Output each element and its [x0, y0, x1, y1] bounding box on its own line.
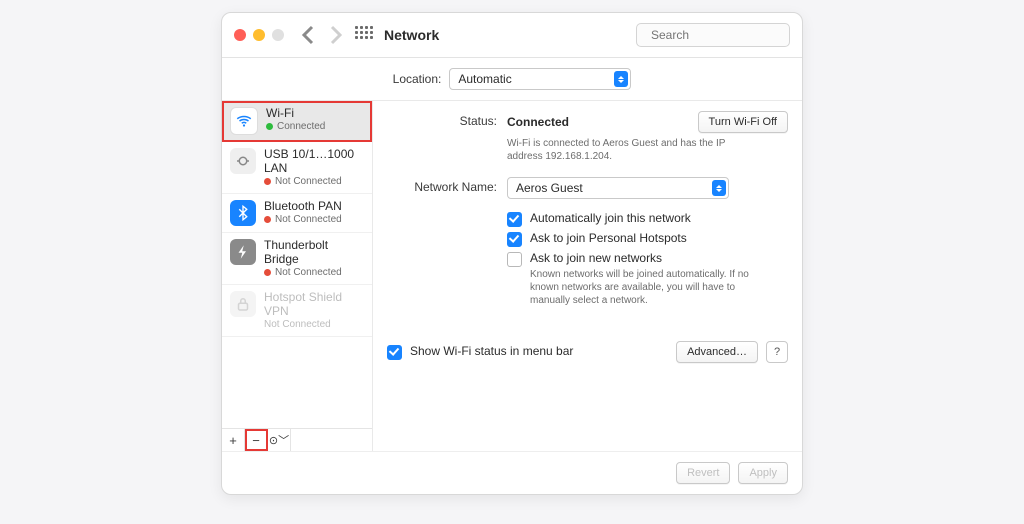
- service-wifi[interactable]: Wi-Fi Connected: [222, 101, 372, 142]
- chevron-updown-icon: [712, 180, 726, 196]
- status-dot-green: [266, 123, 273, 130]
- body: Wi-Fi Connected USB 10/1…1000 LAN Not Co…: [222, 101, 802, 451]
- status-value: Connected: [507, 115, 569, 129]
- pane-title: Network: [384, 27, 439, 43]
- service-actions-menu[interactable]: ⊙﹀: [268, 429, 291, 451]
- show-all-button[interactable]: [354, 26, 374, 44]
- turn-wifi-off-button[interactable]: Turn Wi-Fi Off: [698, 111, 788, 133]
- location-row: Location: Automatic: [222, 58, 802, 101]
- chevron-updown-icon: [614, 71, 628, 87]
- main-panel: Status: Connected Turn Wi-Fi Off Wi-Fi i…: [373, 101, 802, 451]
- auto-join-label: Automatically join this network: [530, 211, 691, 225]
- service-sidebar: Wi-Fi Connected USB 10/1…1000 LAN Not Co…: [222, 101, 373, 451]
- ask-new-label: Ask to join new networks: [530, 251, 760, 265]
- thunderbolt-icon: [230, 239, 256, 265]
- help-button[interactable]: ?: [766, 341, 788, 363]
- remove-service-button[interactable]: −: [245, 429, 268, 451]
- location-select[interactable]: Automatic: [449, 68, 631, 90]
- grid-icon: [355, 26, 373, 44]
- nav-buttons: [300, 26, 344, 44]
- window-controls: [234, 29, 284, 41]
- minimize-window-button[interactable]: [253, 29, 265, 41]
- ask-hotspot-label: Ask to join Personal Hotspots: [530, 231, 687, 245]
- apply-button[interactable]: Apply: [738, 462, 788, 484]
- wifi-icon: [230, 107, 258, 135]
- status-dot-red: [264, 269, 271, 276]
- search-field[interactable]: [636, 23, 790, 47]
- network-name-value: Aeros Guest: [516, 181, 583, 195]
- status-dot-red: [264, 178, 271, 185]
- service-name: Bluetooth PAN: [264, 200, 342, 214]
- auto-join-checkbox[interactable]: [507, 212, 522, 227]
- location-label: Location:: [393, 72, 442, 86]
- search-input[interactable]: [649, 27, 808, 43]
- location-value: Automatic: [458, 72, 511, 86]
- add-service-button[interactable]: +: [222, 429, 245, 451]
- menu-bar-label: Show Wi-Fi status in menu bar: [410, 344, 573, 358]
- network-name-select[interactable]: Aeros Guest: [507, 177, 729, 199]
- network-prefpane: Network Location: Automatic Wi-Fi Connec…: [221, 12, 803, 495]
- service-usb-lan[interactable]: USB 10/1…1000 LAN Not Connected: [222, 142, 372, 194]
- status-label: Status:: [387, 111, 507, 128]
- footer: Revert Apply: [222, 451, 802, 494]
- service-name: Hotspot Shield VPN: [264, 291, 364, 319]
- advanced-button[interactable]: Advanced…: [676, 341, 758, 363]
- service-vpn[interactable]: Hotspot Shield VPN Not Connected: [222, 285, 372, 337]
- lock-icon: [230, 291, 256, 317]
- ask-new-checkbox[interactable]: [507, 252, 522, 267]
- ethernet-icon: [230, 148, 256, 174]
- ask-new-detail: Known networks will be joined automatica…: [530, 268, 760, 307]
- ask-hotspot-checkbox[interactable]: [507, 232, 522, 247]
- network-name-label: Network Name:: [387, 177, 507, 194]
- status-detail: Wi-Fi is connected to Aeros Guest and ha…: [507, 137, 737, 163]
- service-name: Thunderbolt Bridge: [264, 239, 364, 267]
- service-name: USB 10/1…1000 LAN: [264, 148, 364, 176]
- service-name: Wi-Fi: [266, 107, 325, 121]
- back-button[interactable]: [300, 26, 320, 44]
- service-bluetooth-pan[interactable]: Bluetooth PAN Not Connected: [222, 194, 372, 233]
- bluetooth-icon: [230, 200, 256, 226]
- forward-button[interactable]: [324, 26, 344, 44]
- menu-bar-checkbox[interactable]: [387, 345, 402, 360]
- zoom-window-button[interactable]: [272, 29, 284, 41]
- service-thunderbolt[interactable]: Thunderbolt Bridge Not Connected: [222, 233, 372, 285]
- status-dot-red: [264, 216, 271, 223]
- close-window-button[interactable]: [234, 29, 246, 41]
- sidebar-footer: + − ⊙﹀: [222, 428, 372, 451]
- toolbar: Network: [222, 13, 802, 58]
- revert-button[interactable]: Revert: [676, 462, 730, 484]
